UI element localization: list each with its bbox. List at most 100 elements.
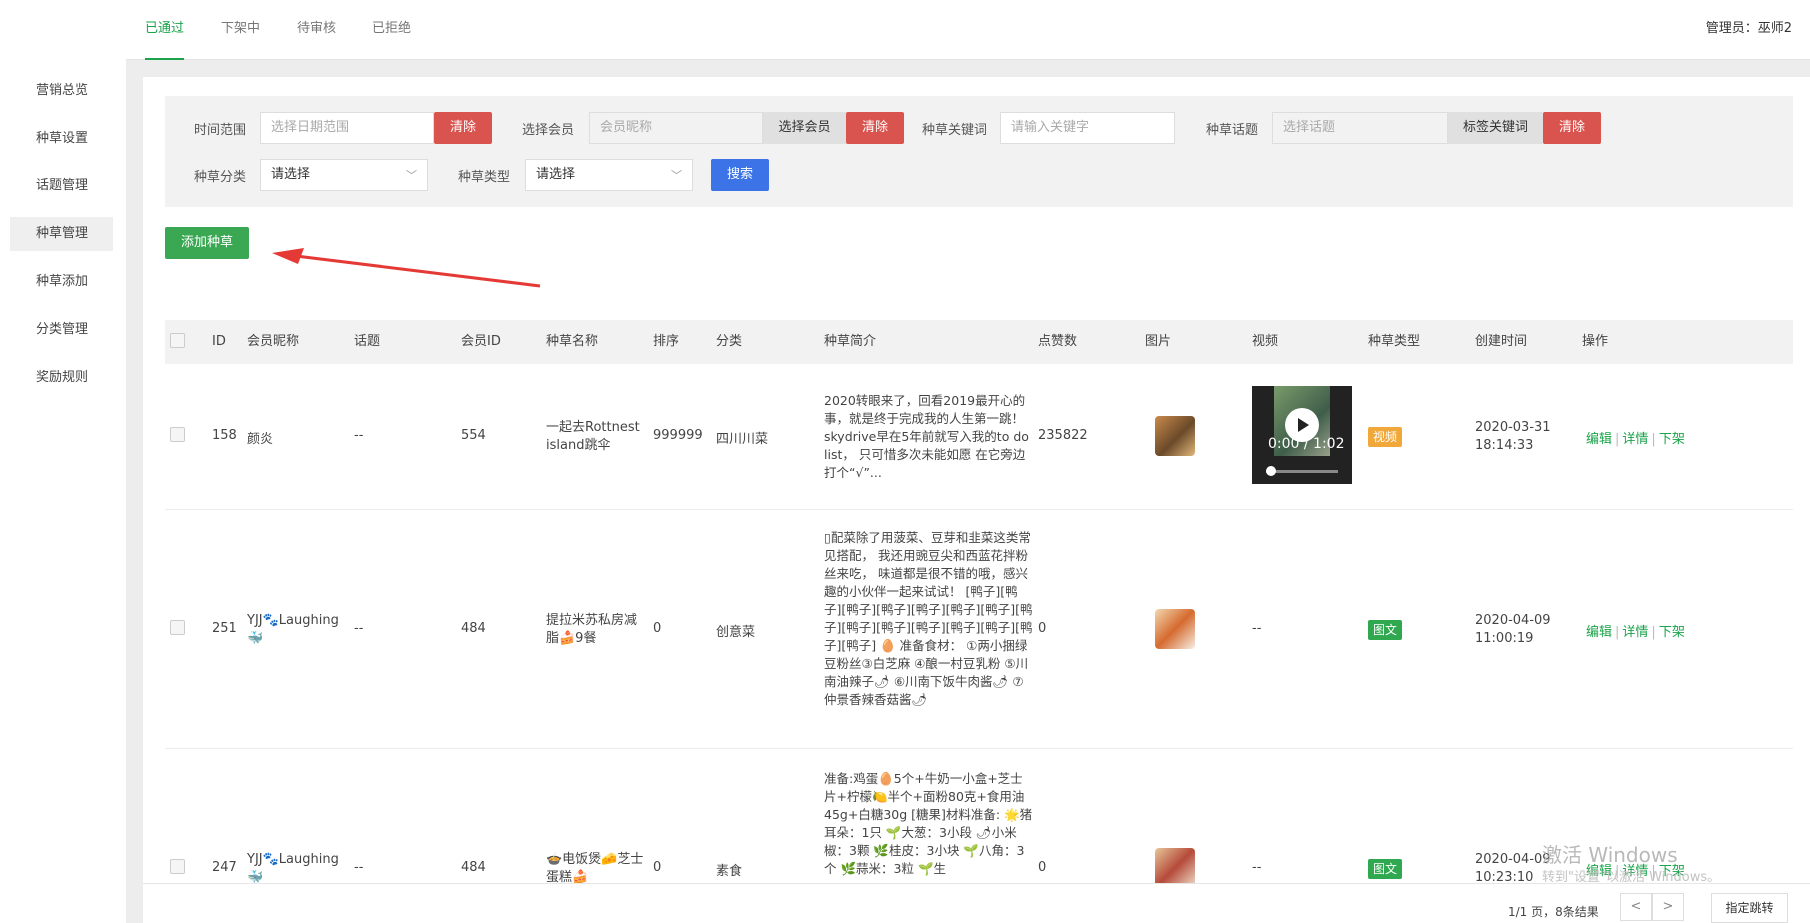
tab-offline[interactable]: 下架中: [221, 0, 260, 60]
col-category: 分类: [716, 334, 743, 349]
video-progress-knob[interactable]: [1266, 466, 1276, 476]
sidebar-item-settings[interactable]: 种草设置: [10, 122, 113, 156]
offline-link[interactable]: 下架: [1659, 432, 1685, 447]
row-category: 素食: [716, 864, 743, 879]
edit-link[interactable]: 编辑: [1586, 432, 1612, 447]
sidebar-item-categories[interactable]: 分类管理: [10, 313, 113, 347]
type-label: 种草类型: [458, 170, 511, 185]
type-badge: 图文: [1368, 620, 1403, 640]
next-page-button[interactable]: >: [1652, 893, 1684, 921]
row-category: 四川川菜: [716, 432, 769, 447]
row-member-id: 484: [461, 621, 486, 636]
type-select[interactable]: 请选择 ﹀: [525, 159, 693, 191]
chevron-down-icon: ﹀: [406, 169, 417, 182]
col-likes: 点赞数: [1038, 334, 1078, 349]
row-video: --: [1252, 621, 1262, 636]
col-topic: 话题: [354, 334, 381, 349]
col-id: ID: [212, 334, 226, 349]
category-select-value: 请选择: [271, 167, 311, 182]
video-player[interactable]: 0:00 / 1:02: [1252, 386, 1352, 484]
row-name: 一起去Rottnest island跳伞: [546, 420, 640, 453]
member-label: 选择会员: [522, 123, 575, 138]
col-image: 图片: [1145, 334, 1172, 349]
clear-date-button[interactable]: 清除: [434, 112, 492, 144]
sidebar: 营销总览 种草设置 话题管理 种草管理 种草添加 分类管理 奖励规则: [0, 0, 126, 923]
select-all-checkbox[interactable]: [170, 333, 185, 348]
detail-link[interactable]: 详情: [1622, 432, 1648, 447]
sidebar-item-add[interactable]: 种草添加: [10, 265, 113, 299]
tab-rejected[interactable]: 已拒绝: [372, 0, 411, 60]
row-desc: ▯配菜除了用菠菜、豆芽和韭菜这类常见搭配， 我还用豌豆尖和西蓝花拌粉丝来吃， 味…: [824, 530, 1033, 707]
clear-member-button[interactable]: 清除: [846, 112, 904, 144]
detail-link[interactable]: 详情: [1622, 625, 1648, 640]
category-label: 种草分类: [194, 170, 247, 185]
action-separator: |: [1651, 432, 1656, 447]
select-member-button[interactable]: 选择会员: [763, 112, 846, 144]
col-created: 创建时间: [1475, 334, 1528, 349]
edit-link[interactable]: 编辑: [1586, 625, 1612, 640]
search-button[interactable]: 搜索: [711, 159, 769, 191]
sidebar-item-manage[interactable]: 种草管理: [10, 217, 113, 251]
top-tabs: 已通过 下架中 待审核 已拒绝 管理员：巫师2: [126, 0, 1810, 60]
col-sort: 排序: [653, 334, 680, 349]
sidebar-item-rewards[interactable]: 奖励规则: [10, 361, 113, 395]
row-image[interactable]: [1155, 848, 1195, 883]
row-created: 2020-04-09 10:23:10: [1475, 851, 1551, 883]
col-member-id: 会员ID: [461, 334, 501, 349]
jump-page-button[interactable]: 指定跳转: [1711, 893, 1788, 923]
keyword-input[interactable]: 请输入关键字: [1000, 112, 1175, 144]
row-name: 🍲电饭煲🧀芝士蛋糕🍰: [546, 852, 644, 883]
col-video: 视频: [1252, 334, 1279, 349]
annotation-arrow-icon: [272, 248, 541, 288]
row-likes: 0: [1038, 860, 1047, 875]
video-progress[interactable]: [1266, 470, 1338, 473]
action-separator: |: [1615, 432, 1620, 447]
col-name: 种草名称: [546, 334, 599, 349]
tab-pending[interactable]: 待审核: [297, 0, 336, 60]
row-id: 251: [212, 621, 237, 636]
pagination-info: 1/1 页，8条结果: [1508, 905, 1599, 919]
add-button[interactable]: 添加种草: [165, 227, 249, 259]
row-id: 158: [212, 428, 237, 443]
col-nickname: 会员昵称: [247, 334, 300, 349]
row-created-date: 2020-04-09: [1475, 852, 1551, 867]
row-id: 247: [212, 860, 237, 875]
sidebar-item-overview[interactable]: 营销总览: [10, 74, 113, 108]
offline-link[interactable]: 下架: [1659, 625, 1685, 640]
row-checkbox[interactable]: [170, 859, 185, 874]
row-desc: 2020转眼来了，回看2019最开心的事，就是终于完成我的人生第一跳！ skyd…: [824, 393, 1029, 480]
row-image[interactable]: [1155, 416, 1195, 456]
tab-approved[interactable]: 已通过: [145, 0, 185, 60]
member-nickname-input[interactable]: 会员昵称: [589, 112, 763, 144]
sidebar-item-topics[interactable]: 话题管理: [10, 169, 113, 203]
row-created-date: 2020-04-09: [1475, 613, 1551, 628]
row-created-time: 10:23:10: [1475, 870, 1534, 883]
table-header: ID 会员昵称 话题 会员ID 种草名称 排序 分类 种草简介 点赞数 图片 视…: [165, 320, 1793, 364]
row-sort: 0: [653, 621, 662, 636]
row-sort: 0: [653, 860, 662, 875]
date-range-input[interactable]: 选择日期范围: [260, 112, 434, 144]
windows-watermark: 激活 Windows: [1542, 843, 1678, 867]
row-sort: 999999: [653, 428, 703, 443]
row-name: 提拉米苏私房减脂🍰9餐: [546, 613, 638, 646]
row-created-time: 18:14:33: [1475, 438, 1534, 453]
row-member-id: 484: [461, 860, 486, 875]
topic-keyword-button[interactable]: 标签关键词: [1448, 112, 1543, 144]
row-actions: 编辑 | 详情 | 下架: [1586, 621, 1685, 640]
row-nickname: YJJ🐾Laughing 🐳: [247, 852, 339, 883]
type-badge: 图文: [1368, 859, 1403, 879]
row-checkbox[interactable]: [170, 427, 185, 442]
col-actions: 操作: [1582, 334, 1609, 349]
row-created-date: 2020-03-31: [1475, 420, 1551, 435]
row-checkbox[interactable]: [170, 620, 185, 635]
clear-topic-button[interactable]: 清除: [1543, 112, 1601, 144]
prev-page-button[interactable]: <: [1620, 893, 1652, 921]
type-badge: 视频: [1368, 427, 1403, 447]
keyword-label: 种草关键词: [922, 123, 988, 138]
time-range-label: 时间范围: [194, 123, 247, 138]
category-select[interactable]: 请选择 ﹀: [260, 159, 428, 191]
row-nickname: YJJ🐾Laughing 🐳: [247, 613, 339, 646]
topic-input[interactable]: 选择话题: [1272, 112, 1448, 144]
video-time: 0:00 / 1:02: [1268, 436, 1345, 452]
row-image[interactable]: [1155, 609, 1195, 649]
